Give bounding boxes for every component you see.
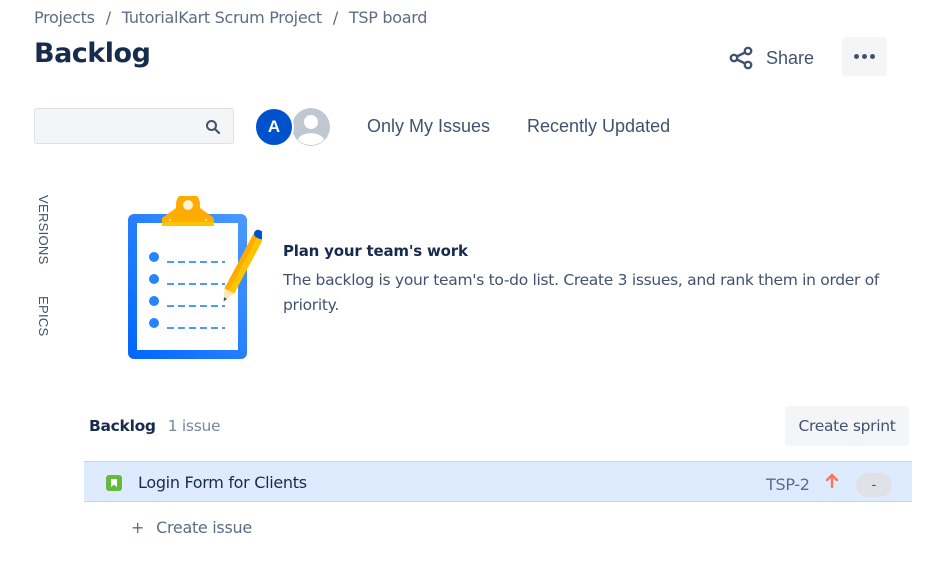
default-user-icon	[292, 108, 330, 146]
create-issue-button[interactable]: + Create issue	[131, 518, 252, 537]
breadcrumb-separator: /	[105, 8, 111, 27]
empty-state-title: Plan your team's work	[283, 242, 468, 260]
avatar-user-a[interactable]: A	[254, 107, 294, 147]
priority-high-icon	[825, 473, 839, 489]
plus-icon: +	[131, 518, 145, 537]
breadcrumb-projects[interactable]: Projects	[34, 8, 95, 27]
breadcrumb-separator: /	[332, 8, 338, 27]
share-button[interactable]: Share	[728, 40, 814, 76]
quick-filter-only-my-issues[interactable]: Only My Issues	[367, 116, 490, 137]
empty-state-text: The backlog is your team's to-do list. C…	[283, 271, 880, 314]
avatar-unassigned[interactable]	[290, 106, 332, 148]
create-sprint-button[interactable]: Create sprint	[785, 406, 909, 446]
more-actions-button[interactable]	[842, 37, 887, 76]
backlog-title: Backlog	[89, 417, 156, 435]
page-title: Backlog	[34, 38, 151, 69]
more-horizontal-icon	[853, 54, 877, 59]
side-tab-epics[interactable]: EPICS	[36, 296, 51, 337]
breadcrumb-board[interactable]: TSP board	[349, 8, 427, 27]
search-box[interactable]	[34, 108, 234, 144]
share-label: Share	[766, 47, 815, 68]
breadcrumb-project[interactable]: TutorialKart Scrum Project	[122, 8, 322, 27]
estimate-badge: -	[856, 473, 892, 497]
search-icon[interactable]	[205, 119, 221, 135]
backlog-header: Backlog 1 issue	[89, 417, 221, 435]
clipboard-illustration	[128, 196, 262, 359]
avatar-initial: A	[267, 117, 281, 136]
share-icon	[729, 46, 753, 70]
create-issue-label: Create issue	[156, 518, 252, 537]
issue-key[interactable]: TSP-2	[766, 475, 810, 494]
side-tab-versions[interactable]: VERSIONS	[36, 195, 51, 265]
backlog-issue-count: 1 issue	[167, 417, 221, 435]
issue-summary[interactable]: Login Form for Clients	[138, 473, 307, 492]
story-icon	[106, 475, 122, 491]
search-input[interactable]	[35, 109, 195, 143]
breadcrumb: Projects / TutorialKart Scrum Project / …	[34, 8, 427, 27]
issue-row[interactable]: Login Form for Clients TSP-2 -	[84, 461, 912, 502]
quick-filter-recently-updated[interactable]: Recently Updated	[527, 116, 670, 137]
